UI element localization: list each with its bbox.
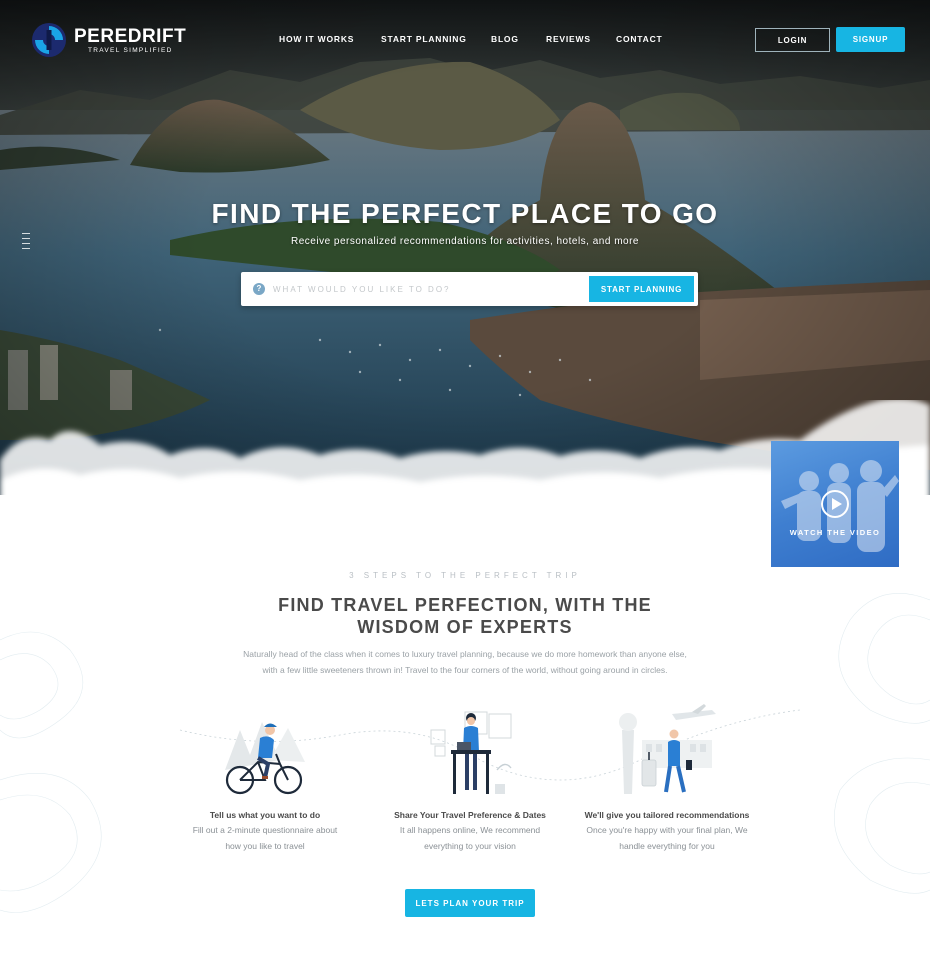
step-3-title: We'll give you tailored recommendations [584,810,750,820]
hero-title: FIND THE PERFECT PLACE TO GO [211,198,719,229]
step-2-title: Share Your Travel Preference & Dates [394,810,546,820]
step-1-title: Tell us what you want to do [209,810,321,820]
nav-blog[interactable]: BLOG [491,34,519,44]
section-eyebrow: 3 STEPS TO THE PERFECT TRIP [349,571,581,580]
nav-reviews[interactable]: REVIEWS [546,34,591,44]
hero-subtitle: Receive personalized recommendations for… [291,236,639,247]
play-icon[interactable] [821,490,849,518]
section-title: FIND TRAVEL PERFECTION, WITH THE WISDOM … [278,595,652,637]
search-input[interactable] [273,280,573,298]
start-planning-button[interactable]: START PLANNING [589,276,694,302]
login-button[interactable]: LOGIN [755,28,830,52]
nav-contact[interactable]: CONTACT [616,34,663,44]
step-3: We'll give you tailored recommendations … [577,700,757,854]
step-2-desc: It all happens online, We recommend ever… [399,825,541,851]
step-1-desc: Fill out a 2-minute questionnaire about … [192,825,338,851]
nav-how-it-works[interactable]: HOW IT WORKS [279,34,354,44]
step-3-desc: Once you're happy with your final plan, … [586,825,748,851]
plan-trip-button[interactable]: LETS PLAN YOUR TRIP [405,889,535,917]
watch-video-label: WATCH THE VIDEO [789,528,881,537]
section-intro: Naturally head of the class when it come… [243,649,687,675]
cyclist-illustration [225,722,305,795]
signup-button[interactable]: SIGNUP [836,27,905,52]
watch-video-tile[interactable]: WATCH THE VIDEO [771,441,899,567]
step-2: Share Your Travel Preference & Dates It … [380,700,560,854]
brand-tagline: TRAVEL SIMPLIFIED [88,46,173,54]
desk-worker-illustration [430,711,512,794]
step-1: Tell us what you want to do Fill out a 2… [175,700,355,854]
nav-start-planning[interactable]: START PLANNING [381,34,467,44]
question-icon: ? [253,283,265,295]
search-bar: ? START PLANNING [241,272,698,306]
traveler-airport-illustration [619,704,716,794]
